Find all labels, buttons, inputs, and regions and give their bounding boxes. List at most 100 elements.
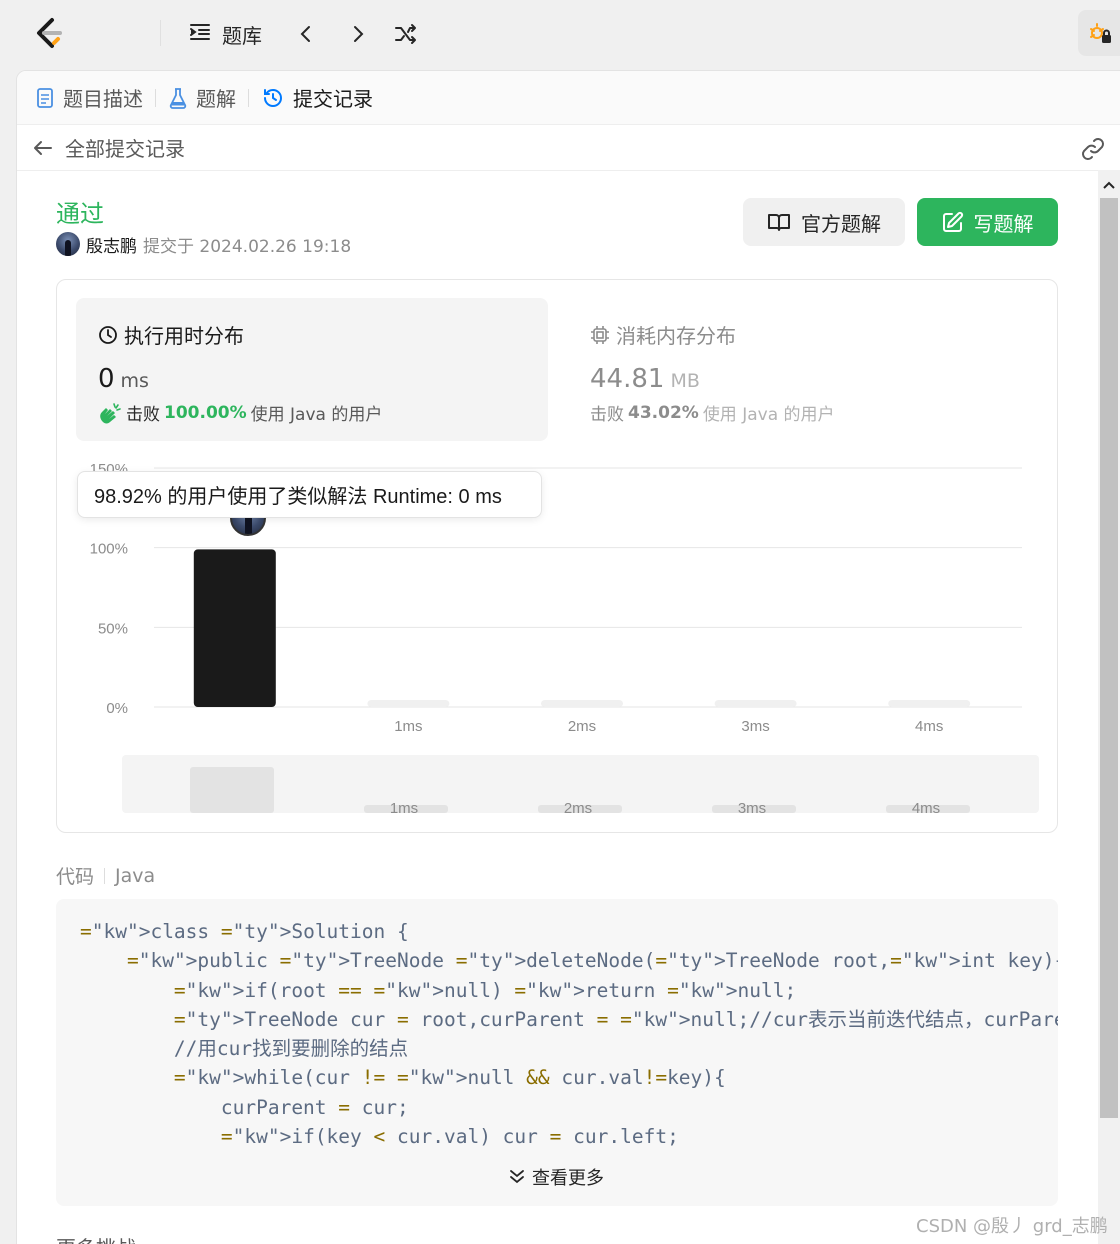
memory-title: 消耗内存分布 [590,320,736,349]
runtime-beat-pct: 100.00% [164,402,247,423]
code-block[interactable]: ="kw">class ="ty">Solution { ="kw">publi… [56,899,1058,1206]
link-icon [1082,138,1104,160]
chip-icon [591,325,609,344]
memory-unit: MB [670,370,700,392]
memory-beat-pct: 43.02% [628,402,699,423]
flask-icon [169,87,187,109]
x-tick-label: 4ms [915,718,943,735]
x-tick-label: 3ms [741,718,769,735]
runtime-unit: ms [120,370,149,392]
chart-bar [193,549,276,707]
code-line: curParent = cur; [80,1095,409,1119]
runtime-beat: 击败 100.00% 使用 Java 的用户 [98,400,382,425]
official-solution-label: 官方题解 [801,211,881,236]
history-icon [264,88,282,107]
code-content: ="kw">class ="ty">Solution { ="kw">publi… [80,917,1058,1151]
memory-stat[interactable]: 消耗内存分布 44.81 MB 击败 43.02% 使用 Java 的用户 [570,298,1042,441]
prev-problem-button[interactable] [290,18,322,50]
document-icon [37,87,53,108]
submitted-time: 提交于 2024.02.26 19:18 [143,236,352,257]
chevron-left-icon [300,26,310,42]
tab-submissions-label: 提交记录 [293,87,373,111]
clapping-hands-icon [100,402,121,423]
next-problem-button[interactable] [342,18,374,50]
memory-beat-suffix: 使用 Java 的用户 [702,405,835,425]
code-line: ="kw">if(key < cur.val) cur = cur.left; [220,1125,679,1149]
chart-bar [714,700,797,707]
y-tick-label: 0% [106,700,128,717]
memory-title-text: 消耗内存分布 [616,324,736,348]
book-open-icon [768,214,790,231]
memory-beat-label: 击败 [590,405,624,425]
tab-description-label: 题目描述 [63,87,143,111]
runtime-stat[interactable]: 执行用时分布 0 ms 击败 100.00% 使用 Java 的用户 [76,298,548,441]
random-problem-button[interactable] [390,18,422,50]
tab-divider [155,88,156,107]
memory-beat: 击败 43.02% 使用 Java 的用户 [590,400,835,426]
author-name[interactable]: 殷志鹏 [86,232,137,257]
navigator-label: 2ms [564,800,592,817]
back-button[interactable] [29,134,57,162]
divider [160,20,161,46]
debug-button[interactable] [1078,10,1120,56]
tab-bar: 题目描述 题解 提交记录 [17,71,1120,125]
shuffle-icon [395,24,416,44]
write-solution-button[interactable]: 写题解 [917,198,1058,246]
navigator-label: 4ms [912,800,940,817]
chart-bar [541,700,623,707]
code-language: Java [115,864,156,887]
chevrons-down-icon [510,1170,524,1184]
scrollbar-thumb[interactable] [1100,198,1118,1118]
memory-number: 44.81 [590,364,665,394]
scroll-up-icon[interactable] [1098,174,1120,196]
code-line: ="kw">if(root == ="kw">null) ="kw">retur… [173,978,797,1002]
chevron-right-icon [354,26,364,42]
arrow-left-icon [34,140,52,155]
navigator-label: 3ms [738,800,766,817]
submissions-header: 全部提交记录 [17,125,1120,171]
code-line: //用cur找到要删除的结点 [173,1037,409,1061]
all-submissions-title: 全部提交记录 [65,137,185,161]
tab-submissions[interactable]: 提交记录 [261,83,373,112]
code-label: 代码 [56,866,95,888]
navigator-label: 1ms [390,800,418,817]
problem-list-button[interactable]: 题库 [188,18,262,50]
runtime-title-text: 执行用时分布 [124,324,244,348]
submission-author: 殷志鹏 提交于 2024.02.26 19:18 [56,231,351,257]
chart-tooltip: 98.92% 的用户使用了类似解法 Runtime: 0 ms [77,471,542,518]
runtime-number: 0 [98,364,115,394]
y-tick-label: 50% [98,620,128,637]
runtime-beat-label: 击败 [126,405,160,425]
chart-bar [888,700,971,707]
tab-solutions-label: 题解 [196,87,236,111]
code-line: ="kw">while(cur != ="kw">null && cur.val… [173,1066,726,1090]
avatar[interactable] [56,232,80,256]
chart-bar [367,700,450,707]
show-more-label: 查看更多 [532,1168,604,1189]
write-solution-label: 写题解 [973,211,1034,236]
navigator-bar [190,767,274,813]
code-header: 代码 Java [56,862,155,889]
vertical-scrollbar[interactable] [1098,170,1120,1244]
leetcode-logo-icon[interactable] [30,14,68,52]
edit-icon [942,211,963,232]
tab-description[interactable]: 题目描述 [35,83,143,112]
divider [104,867,106,884]
show-more-button[interactable]: 查看更多 [508,1164,604,1190]
bug-lock-icon [1090,23,1111,43]
submission-status: 通过 [56,200,104,228]
runtime-value: 0 ms [98,364,149,394]
y-tick-label: 100% [90,541,128,558]
more-challenges-heading: 更多挑战 [56,1232,136,1244]
code-line: ="ty">TreeNode cur = root,curParent = ="… [173,1007,1058,1031]
tab-solutions[interactable]: 题解 [168,83,236,112]
share-link-button[interactable] [1079,135,1107,163]
problem-list-label: 题库 [222,23,262,48]
clock-icon [99,325,117,344]
list-indent-icon [188,20,212,49]
tab-divider [248,88,249,107]
memory-value: 44.81 MB [590,364,700,394]
official-solution-button[interactable]: 官方题解 [743,198,905,246]
x-tick-label: 2ms [568,718,596,735]
code-line: ="kw">class ="ty">Solution { [80,920,409,943]
